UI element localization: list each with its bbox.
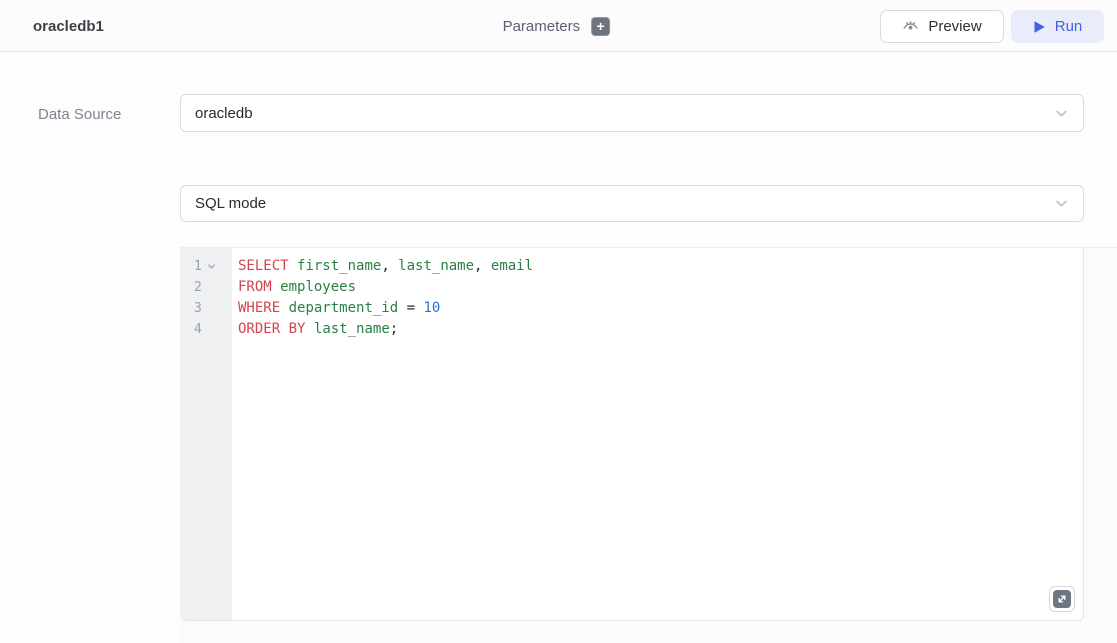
code-line[interactable]: SELECT first_name, last_name, email (238, 256, 1073, 277)
parameters-label: Parameters (503, 18, 581, 35)
add-parameter-button[interactable]: + (591, 17, 610, 36)
preview-button[interactable]: Preview (880, 10, 1004, 43)
line-number: 2 (180, 277, 232, 298)
editor-gutter: 1234 (180, 248, 232, 620)
play-icon (1033, 20, 1046, 34)
run-button[interactable]: Run (1011, 10, 1104, 43)
line-number: 4 (180, 319, 232, 340)
parameters-group: Parameters + (503, 0, 611, 52)
eye-icon (902, 18, 919, 35)
chevron-down-icon (1054, 106, 1069, 121)
editor-section: 1234 SELECT first_name, last_name, email… (180, 247, 1117, 643)
code-line[interactable]: FROM employees (238, 277, 1073, 298)
code-line[interactable]: WHERE department_id = 10 (238, 298, 1073, 319)
expand-diagonal-icon (1053, 590, 1071, 608)
line-number: 1 (180, 256, 232, 277)
data-source-value: oracledb (195, 105, 253, 122)
plus-icon: + (597, 18, 605, 34)
expand-editor-button[interactable] (1049, 586, 1075, 612)
code-line[interactable]: ORDER BY last_name; (238, 319, 1073, 340)
header-actions: Preview Run (880, 10, 1104, 43)
code-area[interactable]: SELECT first_name, last_name, emailFROM … (232, 248, 1083, 620)
line-number: 3 (180, 298, 232, 319)
query-mode-select[interactable]: SQL mode (180, 185, 1084, 222)
data-source-select[interactable]: oracledb (180, 94, 1084, 132)
chevron-down-icon (1054, 196, 1069, 211)
header-bar: oracledb1 Parameters + Preview (0, 0, 1117, 52)
data-source-label: Data Source (38, 106, 121, 123)
sql-editor[interactable]: 1234 SELECT first_name, last_name, email… (180, 248, 1084, 621)
run-button-label: Run (1055, 18, 1083, 35)
fold-chevron-icon[interactable] (207, 262, 216, 271)
query-title: oracledb1 (33, 0, 104, 52)
preview-button-label: Preview (928, 18, 981, 35)
query-mode-value: SQL mode (195, 195, 266, 212)
